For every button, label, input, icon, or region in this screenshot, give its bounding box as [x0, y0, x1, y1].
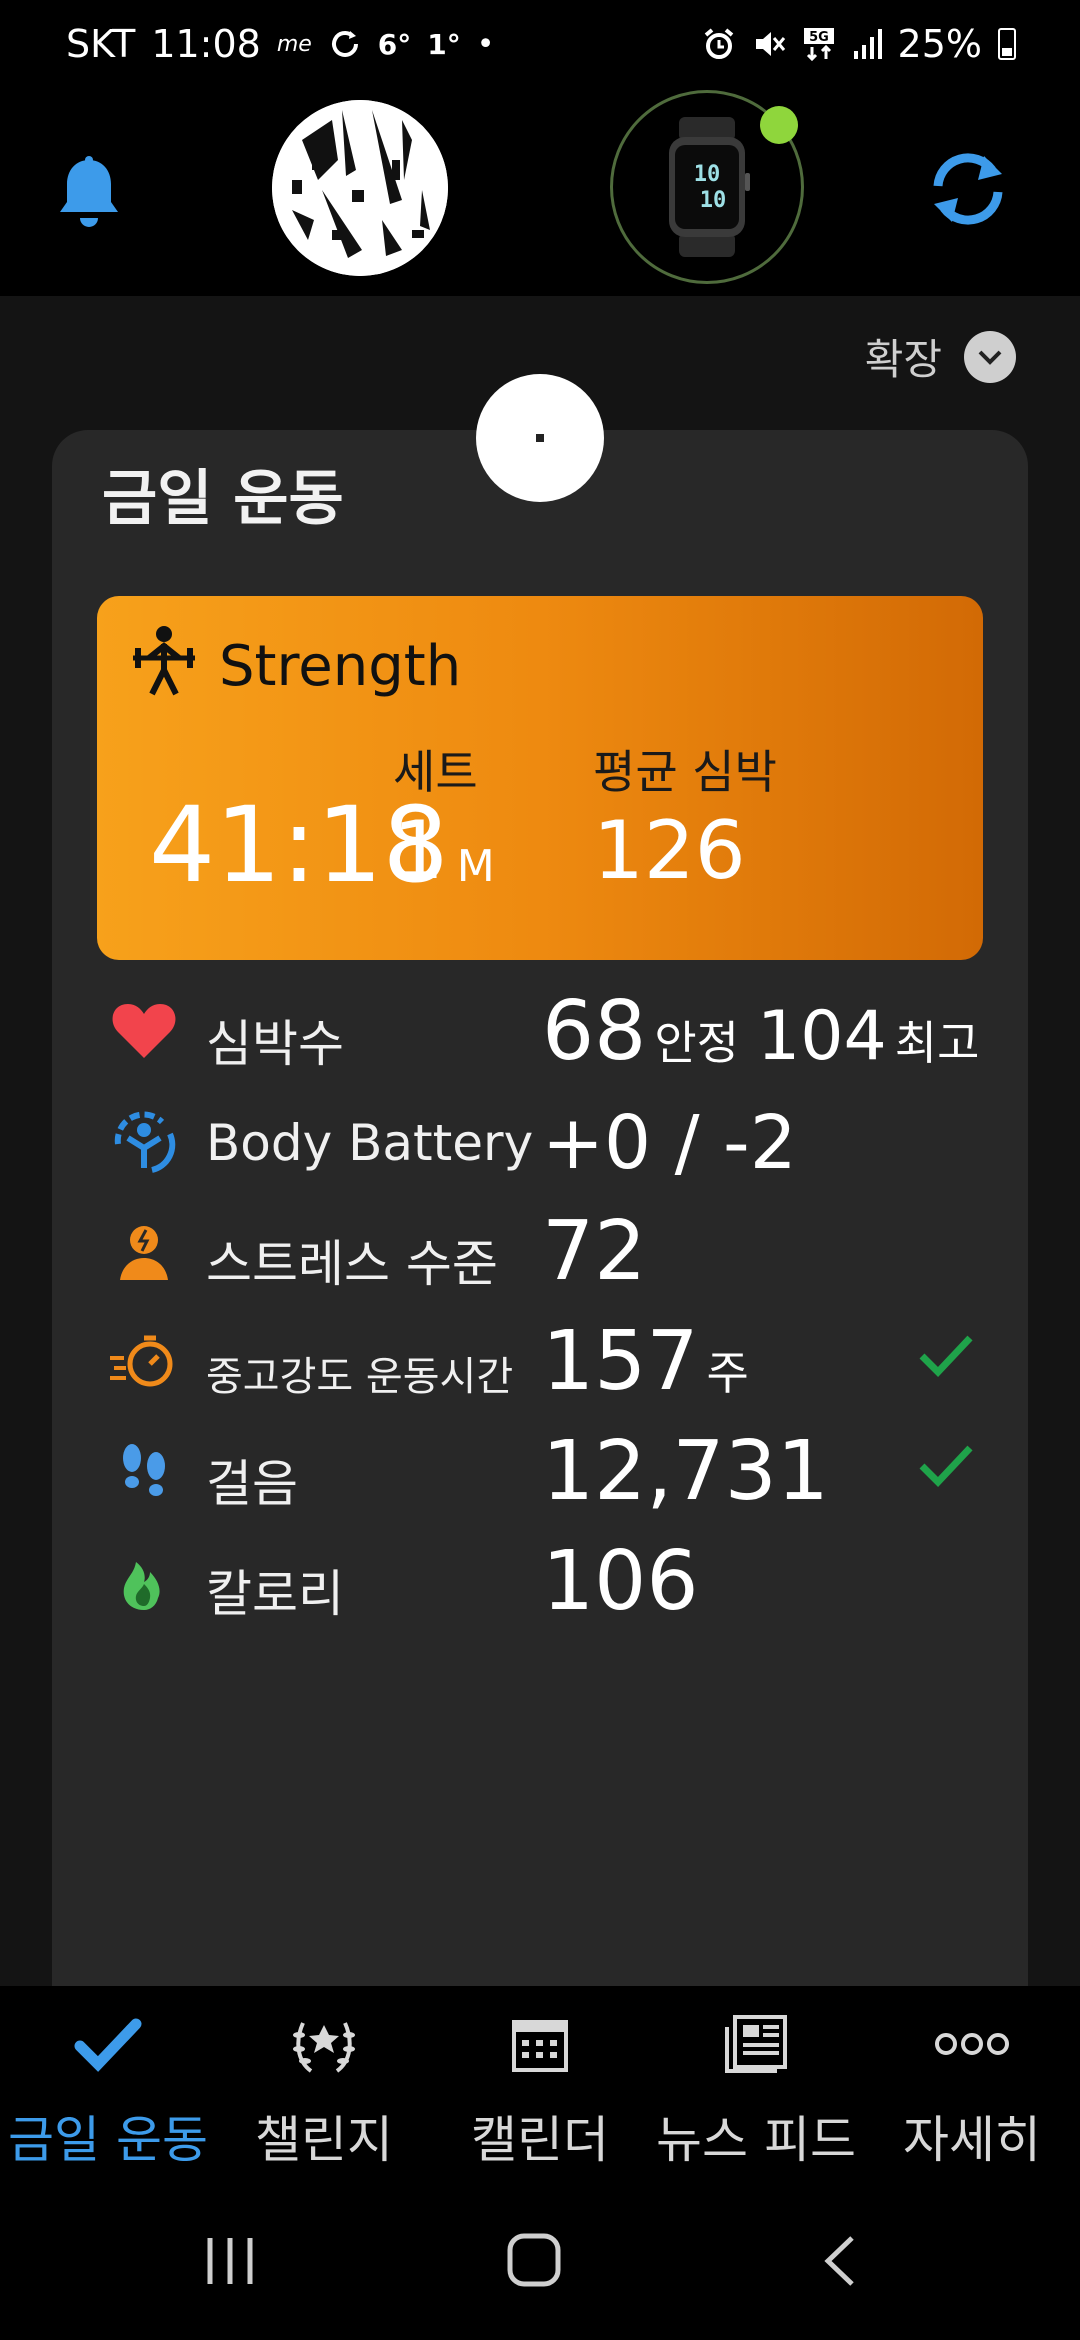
max-hr-value: 104 [756, 997, 887, 1076]
more-notifications-dot-icon: • [476, 26, 495, 62]
metric-steps[interactable]: 걸음 12,731 [52, 1416, 1028, 1526]
sets-value: 1 [393, 804, 444, 897]
nav-more[interactable]: 자세히 [864, 2008, 1080, 2172]
metric-body-battery[interactable]: Body Battery +0 / -2 [52, 1086, 1028, 1196]
metric-value: +0 / -2 [542, 1100, 797, 1186]
checkmark-icon [919, 1335, 973, 1378]
activity-strength[interactable]: Strength 41:18 M 세트 1 평균 심박 126 [97, 596, 983, 960]
nav-today[interactable]: 금일 운동 [0, 2008, 216, 2172]
heart-icon [112, 1004, 176, 1058]
nav-label: 챌린지 [255, 2111, 393, 2169]
nav-calendar[interactable]: 캘린더 [432, 2008, 648, 2172]
app-header: 10 10 [0, 90, 1080, 296]
metric-value: 157 주 [542, 1314, 767, 1409]
mute-icon [755, 32, 785, 56]
metric-value: 106 [542, 1534, 699, 1629]
signal-icon [853, 29, 882, 59]
svg-text:10: 10 [700, 188, 727, 213]
activity-name: Strength [219, 634, 462, 699]
today-activity-card: 금일 운동 Strength 41:18 M 세트 1 평균 심박 126 심박수 [52, 430, 1028, 2030]
sets-label: 세트 [393, 745, 478, 799]
svg-text:10: 10 [694, 162, 721, 187]
stress-icon [120, 1226, 168, 1280]
nav-label: 금일 운동 [8, 2111, 208, 2169]
nav-label: 뉴스 피드 [656, 2111, 856, 2169]
strength-icon [133, 626, 195, 696]
metric-label: 걸음 [206, 1455, 298, 1513]
avatar-pattern-icon [272, 100, 448, 276]
metric-value: 12,731 [542, 1424, 829, 1519]
laurel-icon [293, 2022, 355, 2073]
intensity-unit: 주 [706, 1346, 749, 1400]
more-icon [935, 2033, 1009, 2055]
nav-label: 캘린더 [471, 2111, 609, 2169]
resting-hr-unit: 안정 [654, 1016, 739, 1070]
sync-status-icon [331, 31, 358, 57]
card-title: 금일 운동 [102, 464, 344, 534]
metric-intensity-minutes[interactable]: 중고강도 운동시간 157 주 [52, 1306, 1028, 1416]
expand-toggle[interactable]: 확장 [865, 326, 1016, 387]
resting-hr-value: 68 [542, 984, 647, 1079]
calendar-icon [512, 2020, 568, 2072]
chevron-down-icon[interactable] [964, 330, 1016, 383]
duration-unit: M [456, 841, 495, 892]
metric-label: Body Battery [206, 1114, 534, 1172]
battery-percent: 25% [897, 22, 982, 66]
metric-stress[interactable]: 스트레스 수준 72 [52, 1196, 1028, 1306]
metric-label: 중고강도 운동시간 [206, 1354, 514, 1400]
body-battery-icon [114, 1111, 176, 1173]
intensity-minutes-icon [110, 1335, 173, 1387]
weather-temp-1: 6° [377, 27, 412, 61]
nav-newsfeed[interactable]: 뉴스 피드 [648, 2008, 864, 2172]
checkmark-icon [919, 1445, 973, 1488]
system-navigation-bar [0, 2176, 1080, 2340]
connection-status-dot [760, 106, 798, 144]
sync-icon[interactable] [922, 148, 1014, 230]
weather-temp-2: 1° [427, 27, 461, 61]
avg-hr-label: 평균 심박 [593, 745, 777, 799]
alarm-icon [704, 28, 733, 59]
floating-overlay-button[interactable] [476, 374, 604, 502]
nav-label: 자세히 [903, 2111, 1041, 2169]
intensity-value: 157 [542, 1314, 699, 1409]
5g-icon: 5G [803, 28, 834, 61]
expand-label: 확장 [864, 335, 942, 384]
nav-challenges[interactable]: 챌린지 [216, 2008, 432, 2172]
main-content[interactable]: 확장 금일 운동 Strength 41:18M 세트 1 평균 심박 126 [0, 296, 1080, 2030]
home-icon[interactable] [506, 2232, 562, 2288]
status-bar: SKT 11:08 me 6° 1° • 5G 25% [0, 0, 1080, 96]
bell-icon[interactable] [56, 156, 122, 230]
avg-hr-value: 126 [593, 804, 746, 897]
footsteps-icon [123, 1444, 165, 1496]
back-icon[interactable] [820, 2234, 860, 2288]
metric-label: 심박수 [206, 1015, 344, 1073]
checkmark-icon [74, 2018, 142, 2072]
svg-text:5G: 5G [809, 30, 829, 45]
clock: 11:08 [151, 22, 261, 66]
bottom-navigation: 금일 운동 챌린지 캘린더 뉴스 피드 자세히 [0, 1986, 1080, 2176]
metric-label: 스트레스 수준 [206, 1235, 498, 1293]
metric-calories[interactable]: 칼로리 106 [52, 1526, 1028, 1636]
metric-value: 72 [542, 1204, 647, 1299]
carrier: SKT [66, 22, 136, 66]
metric-label: 칼로리 [206, 1565, 344, 1623]
max-hr-unit: 최고 [894, 1016, 980, 1070]
status-left: SKT 11:08 me 6° 1° • [66, 22, 494, 66]
notification-app-icon: me [276, 31, 312, 57]
flame-icon [123, 1562, 160, 1610]
battery-icon [998, 28, 1016, 60]
metric-heart-rate[interactable]: 심박수 68 안정 104 최고 [52, 976, 1028, 1086]
metric-value: 68 안정 104 최고 [542, 984, 997, 1079]
recent-apps-icon[interactable] [204, 2236, 256, 2286]
avatar[interactable] [272, 100, 448, 276]
status-right: 5G 25% [702, 22, 1016, 66]
newsfeed-icon [725, 2015, 787, 2073]
